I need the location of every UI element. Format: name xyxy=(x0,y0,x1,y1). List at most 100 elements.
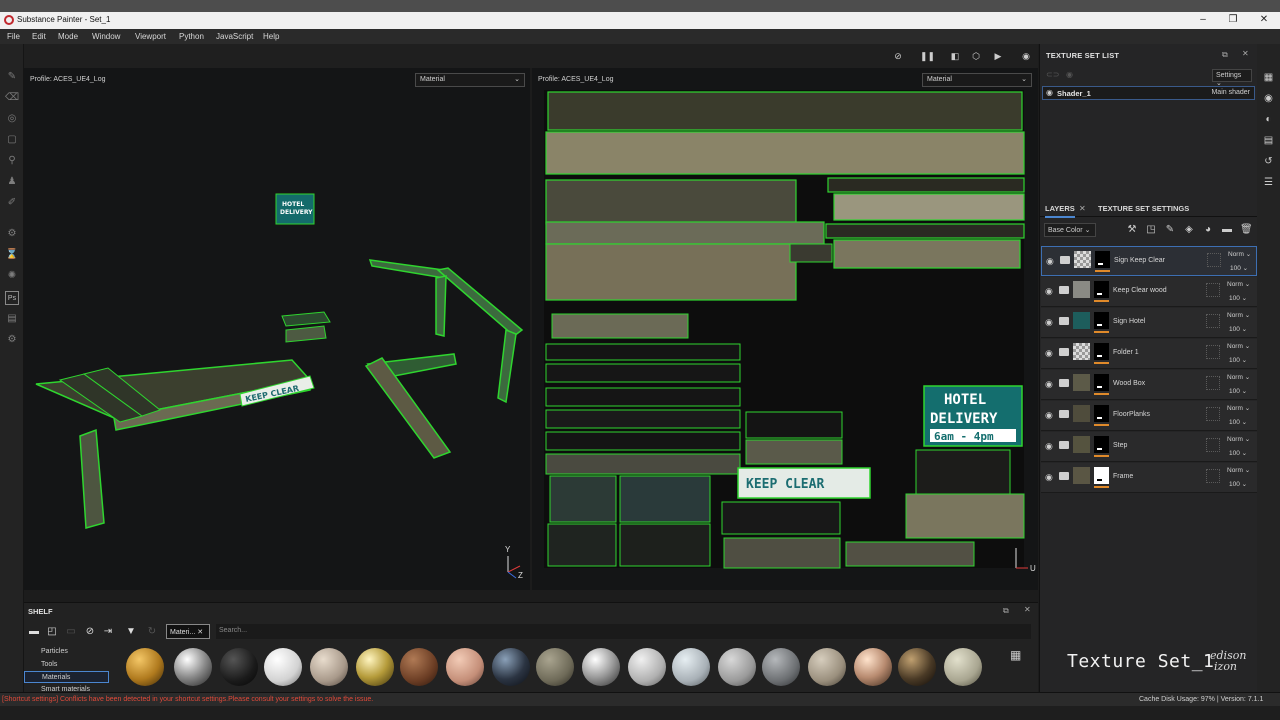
visibility-icon[interactable]: ◉ xyxy=(1066,70,1073,79)
texture-set-list-icon[interactable]: ▦ xyxy=(1262,71,1275,84)
layer-row[interactable]: ◉ Wood Box Norm ⌄ 100 ⌄ xyxy=(1041,370,1257,400)
add-effect-icon[interactable]: ⚒ xyxy=(1126,224,1138,236)
layer-row[interactable]: ◉ Keep Clear wood Norm ⌄ 100 ⌄ xyxy=(1041,277,1257,307)
layer-effect-slot[interactable] xyxy=(1206,283,1220,297)
material-ball[interactable] xyxy=(762,648,800,686)
layer-row[interactable]: ◉ Folder 1 Norm ⌄ 100 ⌄ xyxy=(1041,339,1257,369)
layer-effect-slot[interactable] xyxy=(1206,407,1220,421)
link-icon[interactable]: ⊂⊃ xyxy=(1046,70,1059,79)
close-panel-icon[interactable]: ✕ xyxy=(1024,605,1031,614)
shelf-category-smart-materials[interactable]: Smart materials xyxy=(24,684,109,692)
smudge-icon[interactable]: ⚲ xyxy=(5,154,19,168)
export-icon[interactable]: ▤ xyxy=(5,312,19,326)
filter-icon[interactable]: ▼ xyxy=(125,626,137,638)
projection-icon[interactable]: ◎ xyxy=(5,112,19,126)
material-ball[interactable] xyxy=(854,648,892,686)
viewport-2d-uv[interactable]: Profile: ACES_UE4_Log Material ⌄ KEEP CLE… xyxy=(532,68,1038,590)
opacity-value[interactable]: 100 ⌄ xyxy=(1229,294,1247,302)
shelf-category-materials[interactable]: Materials xyxy=(24,671,109,683)
layer-row[interactable]: ◉ Frame Norm ⌄ 100 ⌄ xyxy=(1041,463,1257,493)
menu-viewport[interactable]: Viewport xyxy=(135,32,166,41)
opacity-value[interactable]: 100 ⌄ xyxy=(1229,387,1247,395)
add-mask-icon[interactable]: ◳ xyxy=(1145,224,1157,236)
close-tab-icon[interactable]: ✕ xyxy=(1079,204,1086,213)
shader-assignment[interactable]: Main shader xyxy=(1211,89,1250,96)
blend-mode-select[interactable]: Norm ⌄ xyxy=(1227,280,1250,288)
material-ball[interactable] xyxy=(808,648,846,686)
add-fill-layer-icon[interactable]: ◈ xyxy=(1183,224,1195,236)
material-ball[interactable] xyxy=(582,648,620,686)
close-panel-icon[interactable]: ✕ xyxy=(1242,49,1249,58)
import-icon[interactable]: ⇥ xyxy=(102,626,114,638)
opacity-value[interactable]: 100 ⌄ xyxy=(1229,480,1247,488)
menu-help[interactable]: Help xyxy=(263,32,279,41)
bake-icon[interactable]: ⌛ xyxy=(5,248,19,262)
eye-icon[interactable]: ◉ xyxy=(1045,379,1053,390)
eye-icon[interactable]: ◉ xyxy=(1045,410,1053,421)
eraser-icon[interactable]: ⌫ xyxy=(5,91,19,105)
layer-effect-slot[interactable] xyxy=(1206,469,1220,483)
material-ball[interactable] xyxy=(356,648,394,686)
eye-icon[interactable]: ◉ xyxy=(1045,348,1053,359)
opacity-value[interactable]: 100 ⌄ xyxy=(1229,356,1247,364)
material-ball[interactable] xyxy=(898,648,936,686)
screenshot-camera-icon[interactable]: ◉ xyxy=(1020,50,1032,62)
delete-layer-icon[interactable]: 🗑 xyxy=(1240,224,1253,236)
add-smart-material-icon[interactable]: ◕ xyxy=(1202,224,1214,236)
shelf-category-particles[interactable]: Particles xyxy=(24,646,109,658)
layer-row[interactable]: ◉ Sign Keep Clear Norm ⌄ 100 ⌄ xyxy=(1041,246,1257,276)
grid-view-icon[interactable]: ▦ xyxy=(1010,648,1021,662)
material-ball[interactable] xyxy=(718,648,756,686)
texture-set-row[interactable]: ◉ Shader_1 Main shader xyxy=(1042,86,1255,100)
material-ball[interactable] xyxy=(264,648,302,686)
opacity-value[interactable]: 100 ⌄ xyxy=(1229,449,1247,457)
camera-video-icon[interactable]: ▶ xyxy=(992,50,1004,62)
status-error-message[interactable]: [Shortcut settings] Conflicts have been … xyxy=(2,696,373,703)
refresh-icon[interactable]: ↻ xyxy=(146,626,158,638)
material-ball[interactable] xyxy=(628,648,666,686)
shelf-category-tools[interactable]: Tools xyxy=(24,659,109,671)
folder-icon[interactable]: ▬ xyxy=(28,626,40,638)
menu-window[interactable]: Window xyxy=(92,32,120,41)
material-ball[interactable] xyxy=(492,648,530,686)
layer-effect-slot[interactable] xyxy=(1206,376,1220,390)
blend-mode-select[interactable]: Norm ⌄ xyxy=(1227,466,1250,474)
tab-texture-set-settings[interactable]: TEXTURE SET SETTINGS xyxy=(1098,204,1189,213)
shelf-search-input[interactable]: Search... xyxy=(216,624,1031,639)
layer-effect-slot[interactable] xyxy=(1206,438,1220,452)
material-ball[interactable] xyxy=(672,648,710,686)
eye-icon[interactable]: ◉ xyxy=(1046,256,1054,267)
view-mode-icon[interactable]: ◧ xyxy=(949,50,961,62)
material-ball[interactable] xyxy=(174,648,212,686)
clone-stamp-icon[interactable]: ♟ xyxy=(5,175,19,189)
layer-row[interactable]: ◉ Sign Hotel Norm ⌄ 100 ⌄ xyxy=(1041,308,1257,338)
material-ball[interactable] xyxy=(310,648,348,686)
history-icon[interactable]: ↺ xyxy=(1262,155,1275,168)
float-panel-icon[interactable]: ⧉ xyxy=(1222,50,1228,60)
color-picker-icon[interactable]: ✐ xyxy=(5,196,19,210)
menu-edit[interactable]: Edit xyxy=(32,32,46,41)
blend-mode-select[interactable]: Norm ⌄ xyxy=(1227,311,1250,319)
opacity-value[interactable]: 100 ⌄ xyxy=(1230,264,1248,272)
plugin-icon[interactable]: ✺ xyxy=(5,269,19,283)
layer-effect-slot[interactable] xyxy=(1206,314,1220,328)
opacity-value[interactable]: 100 ⌄ xyxy=(1229,325,1247,333)
menu-javascript[interactable]: JavaScript xyxy=(216,32,253,41)
add-folder-icon[interactable]: ▬ xyxy=(1221,224,1233,236)
blend-mode-select[interactable]: Norm ⌄ xyxy=(1227,404,1250,412)
blend-mode-select[interactable]: Norm ⌄ xyxy=(1227,435,1250,443)
hide-icon[interactable]: ⊘ xyxy=(84,626,96,638)
settings-gear-icon[interactable]: ⚙ xyxy=(5,227,19,241)
layer-row[interactable]: ◉ Step Norm ⌄ 100 ⌄ xyxy=(1041,432,1257,462)
blend-mode-select[interactable]: Norm ⌄ xyxy=(1227,373,1250,381)
material-ball[interactable] xyxy=(536,648,574,686)
maximize-icon[interactable]: ❐ xyxy=(1227,14,1239,25)
tab-layers[interactable]: LAYERS xyxy=(1045,204,1075,218)
geometry-fill-icon[interactable]: ▢ xyxy=(5,133,19,147)
channel-select[interactable]: Base Color ⌄ xyxy=(1044,223,1096,237)
layer-effect-slot[interactable] xyxy=(1207,253,1221,267)
settings-dropdown[interactable]: Settings ⌄ xyxy=(1212,69,1252,87)
eye-icon[interactable]: ◉ xyxy=(1045,286,1053,297)
log-icon[interactable]: ☰ xyxy=(1262,176,1275,189)
add-paint-layer-icon[interactable]: ✎ xyxy=(1164,224,1176,236)
